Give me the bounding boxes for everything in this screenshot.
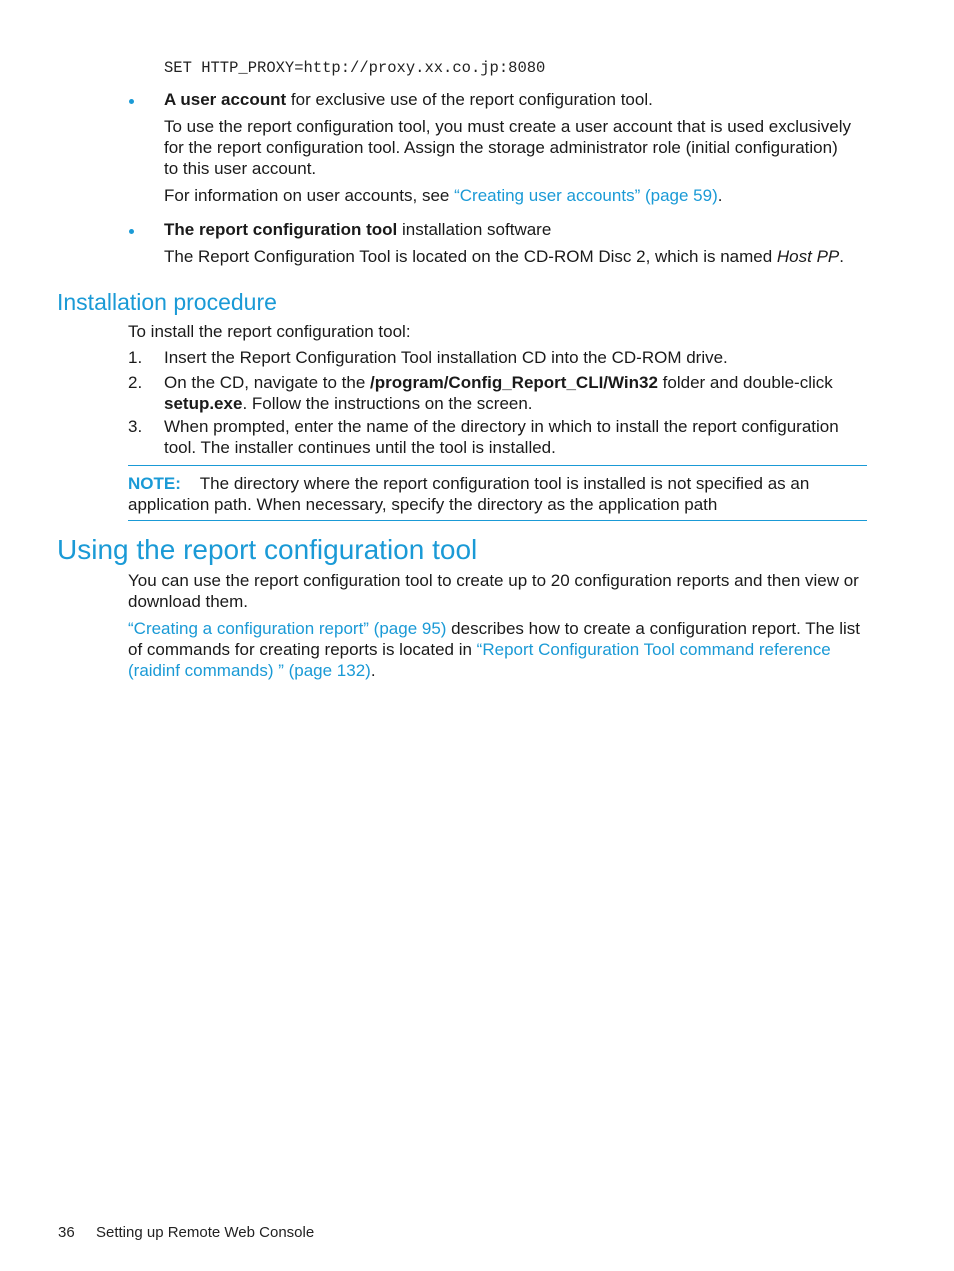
step-text: When prompted, enter the name of the dir… <box>164 417 839 457</box>
bullet-icon <box>129 229 134 234</box>
user-account-reference: For information on user accounts, see “C… <box>164 186 723 205</box>
installation-software-paragraph: The Report Configuration Tool is located… <box>164 247 844 266</box>
bullet-item-user-account: A user account for exclusive use of the … <box>164 89 653 110</box>
note-bottom-rule <box>128 520 867 521</box>
bullet-text: for exclusive use of the report configur… <box>286 90 653 109</box>
footer-section-title: Setting up Remote Web Console <box>96 1224 315 1241</box>
page-number: 36 <box>58 1224 75 1241</box>
installation-intro: To install the report configuration tool… <box>128 322 411 341</box>
code-line: SET HTTP_PROXY=http://proxy.xx.co.jp:808… <box>164 59 546 77</box>
step-number: 2. <box>128 373 143 392</box>
using-paragraph: You can use the report configuration too… <box>128 571 859 611</box>
step-text: Insert the Report Configuration Tool ins… <box>164 348 728 367</box>
step-number: 3. <box>128 417 143 436</box>
note-box: NOTE: The directory where the report con… <box>128 473 828 515</box>
section-heading-using: Using the report configuration tool <box>57 534 478 565</box>
bullet-bold: The report configuration tool <box>164 220 398 239</box>
bullet-icon <box>129 99 134 104</box>
user-account-paragraph: To use the report configuration tool, yo… <box>164 117 851 178</box>
link-creating-user-accounts[interactable]: “Creating user accounts” (page 59) <box>454 186 718 205</box>
step-number: 1. <box>128 348 143 367</box>
note-text: The directory where the report configura… <box>128 474 810 514</box>
bullet-item-installation-software: The report configuration tool installati… <box>164 219 551 240</box>
section-heading-installation: Installation procedure <box>57 289 277 315</box>
note-label: NOTE: <box>128 474 181 493</box>
link-creating-configuration-report[interactable]: “Creating a configuration report” (page … <box>128 619 446 638</box>
step-text: On the CD, navigate to the /program/Conf… <box>164 373 833 413</box>
using-reference-paragraph: “Creating a configuration report” (page … <box>128 619 861 680</box>
bullet-text: installation software <box>397 220 552 239</box>
bullet-bold: A user account <box>164 90 287 109</box>
note-top-rule <box>128 465 867 466</box>
